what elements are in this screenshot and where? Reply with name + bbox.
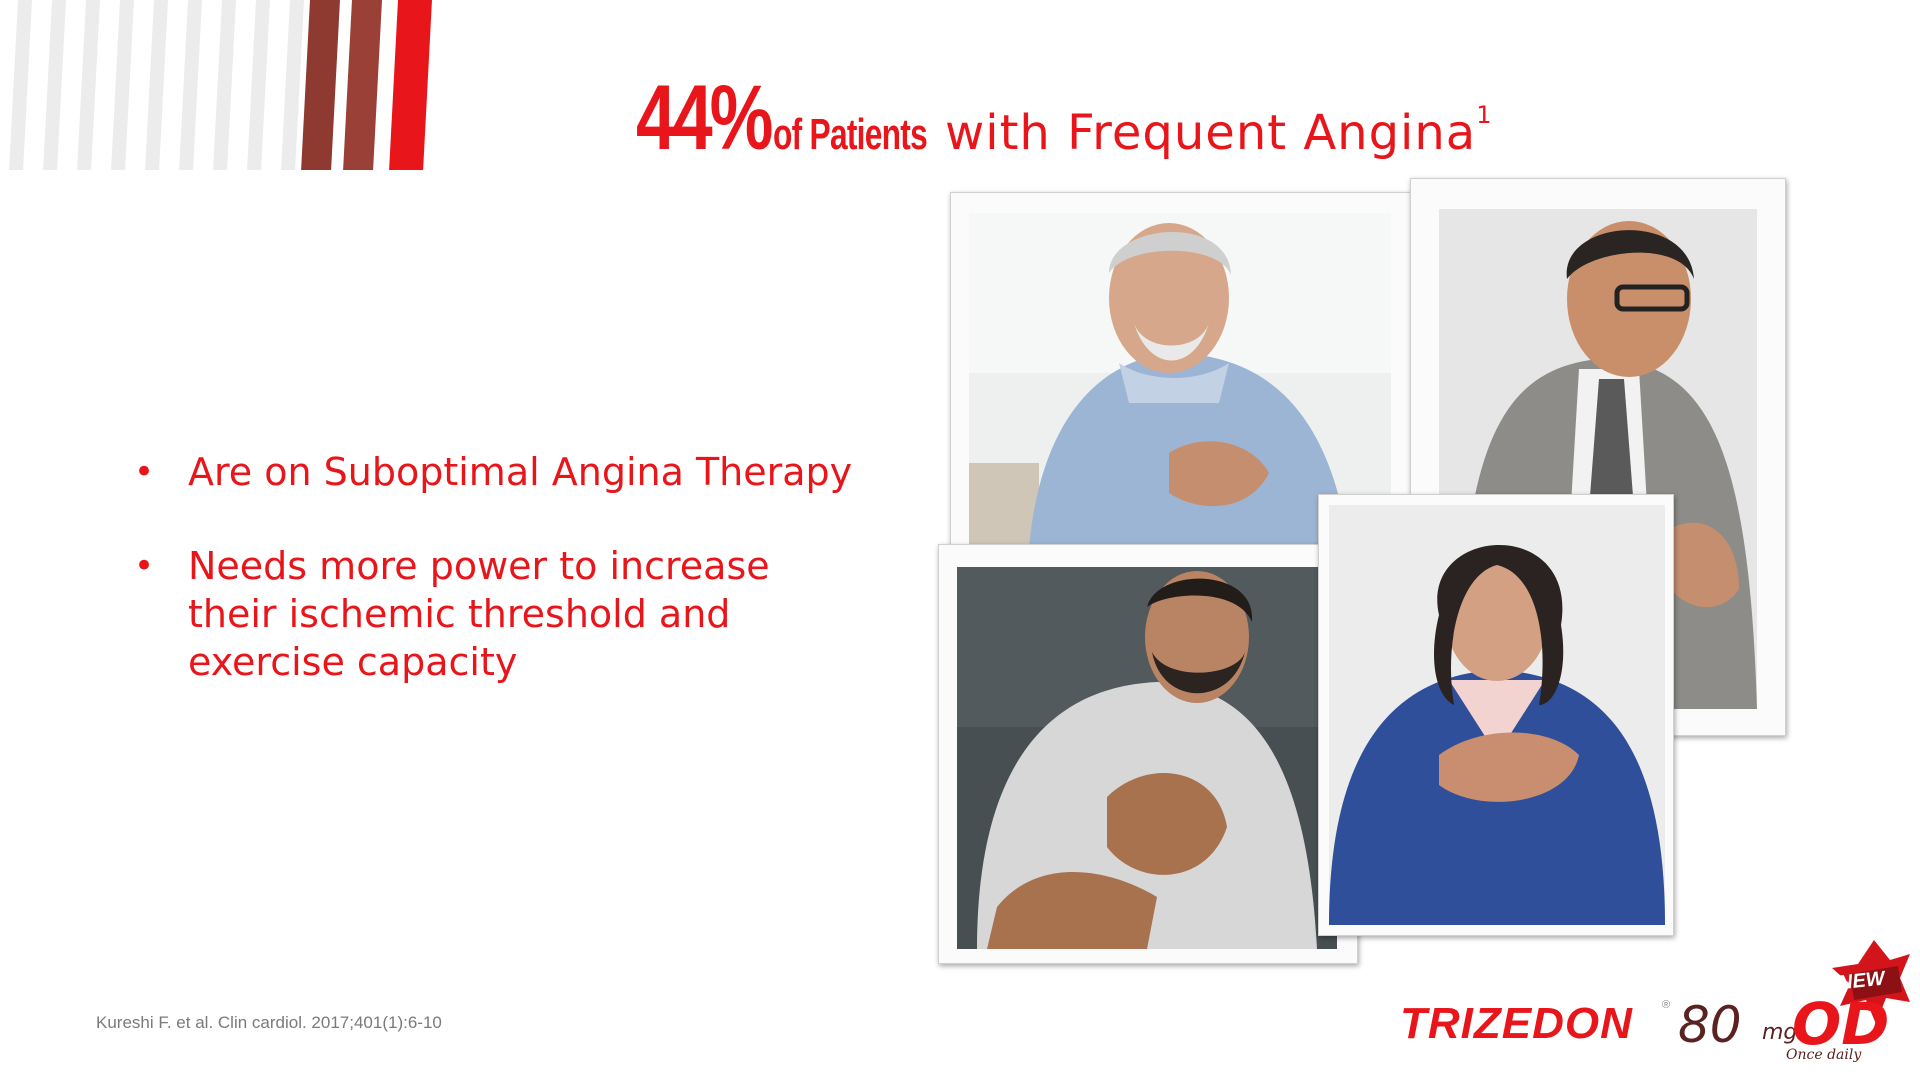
decorative-stripes: [0, 0, 440, 170]
slide-title: 44% of Patients with Frequent Angina1: [636, 72, 1492, 164]
stripe: [9, 0, 32, 170]
once-daily-label: Once daily: [1786, 1047, 1862, 1063]
bearded-man-chest-pain-photo: [938, 544, 1358, 964]
stripe: [43, 0, 66, 170]
stripe-dark: [301, 0, 340, 170]
trizedon-logo: NEW TRIZEDON ® 80 mg OD Once daily: [1400, 940, 1910, 1065]
title-patients: of Patients: [772, 110, 928, 159]
bullet-text: Are on Suboptimal Angina Therapy: [188, 450, 853, 494]
stripe: [213, 0, 236, 170]
title-percent: 44%: [636, 67, 773, 169]
title-footnote-ref: 1: [1476, 101, 1492, 129]
stripe: [111, 0, 134, 170]
bullet-dot-icon: •: [134, 546, 155, 586]
dose-value: 80: [1678, 996, 1742, 1054]
stripe-dark: [343, 0, 382, 170]
stripe: [145, 0, 168, 170]
stripe: [179, 0, 202, 170]
bullet-list: • Are on Suboptimal Angina Therapy • Nee…: [130, 448, 870, 732]
bullet-text: Needs more power to increase their ische…: [188, 544, 770, 684]
bullet-item: • Needs more power to increase their isc…: [130, 542, 870, 686]
stripe: [77, 0, 100, 170]
woman-chest-pain-photo: [1318, 494, 1674, 936]
stripe: [281, 0, 304, 170]
stripe: [247, 0, 270, 170]
title-rest: with Frequent Angina: [944, 105, 1477, 161]
brand-name: TRIZEDON: [1400, 999, 1633, 1048]
registered-mark: ®: [1662, 999, 1671, 1011]
stripe-red: [389, 0, 432, 170]
bullet-item: • Are on Suboptimal Angina Therapy: [130, 448, 870, 496]
bullet-dot-icon: •: [134, 452, 155, 492]
citation: Kureshi F. et al. Clin cardiol. 2017;401…: [96, 1013, 442, 1032]
